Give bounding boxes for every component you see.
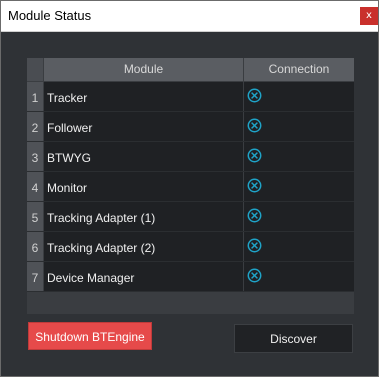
table-row[interactable]: 2 Follower	[27, 112, 354, 142]
disconnected-icon	[247, 88, 262, 103]
module-name-cell[interactable]: Device Manager	[44, 262, 243, 291]
module-name-cell[interactable]: Tracking Adapter (1)	[44, 202, 243, 231]
row-number: 5	[27, 202, 43, 231]
module-name-cell[interactable]: Monitor	[44, 172, 243, 201]
connection-cell[interactable]	[244, 202, 354, 231]
connection-cell[interactable]	[244, 262, 354, 291]
module-name-cell[interactable]: Tracker	[44, 82, 243, 111]
module-name-cell[interactable]: Tracking Adapter (2)	[44, 232, 243, 261]
table-row[interactable]: 7 Device Manager	[27, 262, 354, 292]
table-row[interactable]: 4 Monitor	[27, 172, 354, 202]
disconnected-icon	[247, 178, 262, 193]
close-button[interactable]: x	[360, 7, 378, 25]
connection-cell[interactable]	[244, 172, 354, 201]
row-number: 4	[27, 172, 43, 201]
disconnected-icon	[247, 268, 262, 283]
module-name-cell[interactable]: BTWYG	[44, 142, 243, 171]
disconnected-icon	[247, 238, 262, 253]
column-header-module[interactable]: Module	[44, 58, 243, 81]
disconnected-icon	[247, 148, 262, 163]
row-number: 1	[27, 82, 43, 111]
connection-cell[interactable]	[244, 82, 354, 111]
window-title: Module Status	[8, 8, 92, 23]
module-name-cell[interactable]: Follower	[44, 112, 243, 141]
table-row[interactable]: 1 Tracker	[27, 82, 354, 112]
connection-cell[interactable]	[244, 112, 354, 141]
row-number: 7	[27, 262, 43, 291]
row-number: 6	[27, 232, 43, 261]
title-bar[interactable]: Module Status x	[1, 1, 378, 32]
row-number: 2	[27, 112, 43, 141]
shutdown-btengine-button[interactable]: Shutdown BTEngine	[28, 322, 152, 350]
table-body: 1 Tracker 2 Follower 3 BTWYG 4 Monitor 5 Tracking…	[27, 82, 354, 292]
disconnected-icon	[247, 208, 262, 223]
module-status-window: Module Status x Module Connection 1 Track…	[0, 0, 379, 377]
table-row[interactable]: 6 Tracking Adapter (2)	[27, 232, 354, 262]
table-corner	[27, 58, 43, 81]
table-row[interactable]: 3 BTWYG	[27, 142, 354, 172]
row-number: 3	[27, 142, 43, 171]
column-header-connection[interactable]: Connection	[244, 58, 354, 81]
connection-cell[interactable]	[244, 232, 354, 261]
discover-button[interactable]: Discover	[234, 324, 353, 353]
disconnected-icon	[247, 118, 262, 133]
module-table: Module Connection 1 Tracker 2 Follower 3 BTWY…	[27, 58, 354, 314]
connection-cell[interactable]	[244, 142, 354, 171]
table-row[interactable]: 5 Tracking Adapter (1)	[27, 202, 354, 232]
